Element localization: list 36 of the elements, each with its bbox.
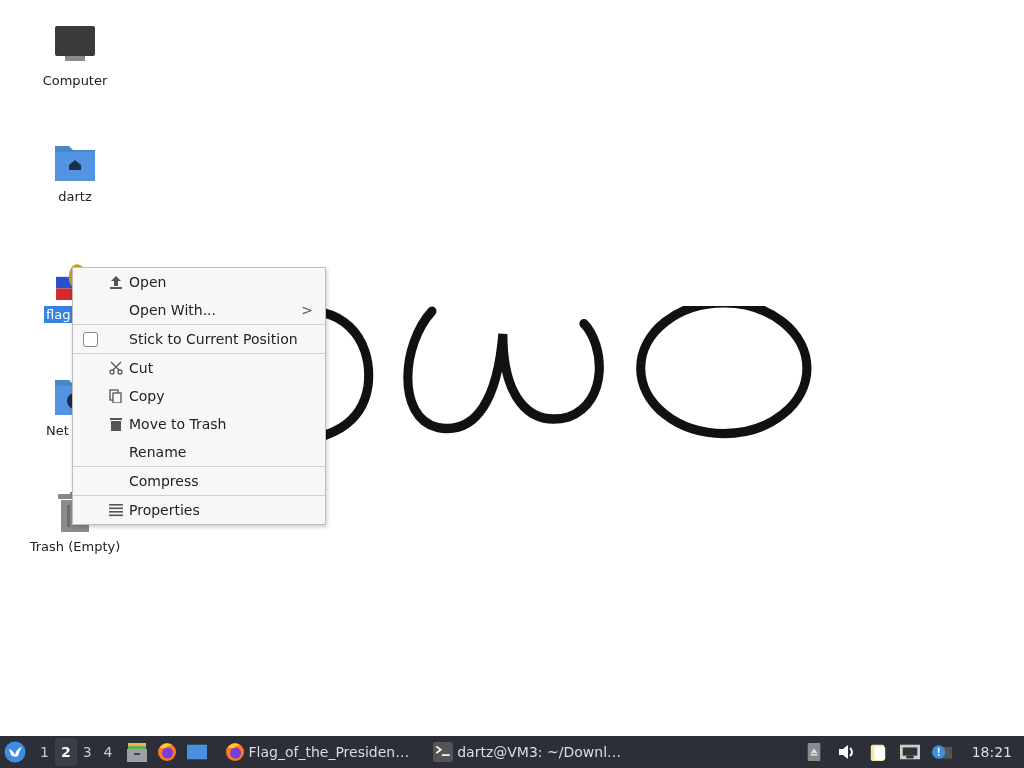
info-icon[interactable] xyxy=(931,743,952,761)
list-icon xyxy=(109,503,123,517)
icon-label[interactable]: dartz xyxy=(56,188,94,205)
menu-item[interactable]: Open With... > xyxy=(73,296,325,324)
copy-icon xyxy=(109,389,123,403)
menu-item[interactable]: Open xyxy=(73,268,325,296)
workspace-button[interactable]: 2 xyxy=(54,738,77,766)
upload-icon xyxy=(109,275,123,289)
trash-icon xyxy=(109,417,123,431)
workspace-button[interactable]: 1 xyxy=(34,738,55,766)
workspace-button[interactable]: 4 xyxy=(97,738,119,766)
task-button[interactable]: Flag_of_the_Presiden… xyxy=(220,738,414,766)
menu-item[interactable]: Cut xyxy=(73,354,325,382)
checkbox[interactable] xyxy=(83,331,98,347)
menu-item[interactable]: Move to Trash xyxy=(73,410,325,438)
bird-logo-icon[interactable] xyxy=(4,741,26,763)
icon-label[interactable]: flag xyxy=(44,306,73,323)
browser-icon[interactable] xyxy=(156,742,177,762)
scissors-icon xyxy=(109,361,123,375)
task-button[interactable]: dartz@VM3: ~/Downl… xyxy=(429,738,625,766)
file-cabinet-icon[interactable] xyxy=(126,742,147,762)
network-port-icon[interactable] xyxy=(899,743,920,761)
clock[interactable]: 18:21 xyxy=(971,744,1012,760)
icon-label[interactable]: Trash (Empty) xyxy=(27,538,123,555)
icon-label[interactable]: Net xyxy=(44,422,71,439)
icon-label[interactable]: Computer xyxy=(40,72,110,89)
submenu-arrow: > xyxy=(301,302,313,318)
menu-item[interactable]: Compress xyxy=(73,467,325,495)
browser-icon xyxy=(224,742,245,762)
menu-item[interactable]: Copy xyxy=(73,382,325,410)
workspace-button[interactable]: 3 xyxy=(76,738,98,766)
menu-item[interactable]: Properties xyxy=(73,496,325,524)
menu-item[interactable]: Rename xyxy=(73,438,325,466)
menu-item[interactable]: Stick to Current Position xyxy=(73,325,325,353)
terminal-icon xyxy=(433,742,454,762)
window-icon[interactable] xyxy=(186,742,207,762)
